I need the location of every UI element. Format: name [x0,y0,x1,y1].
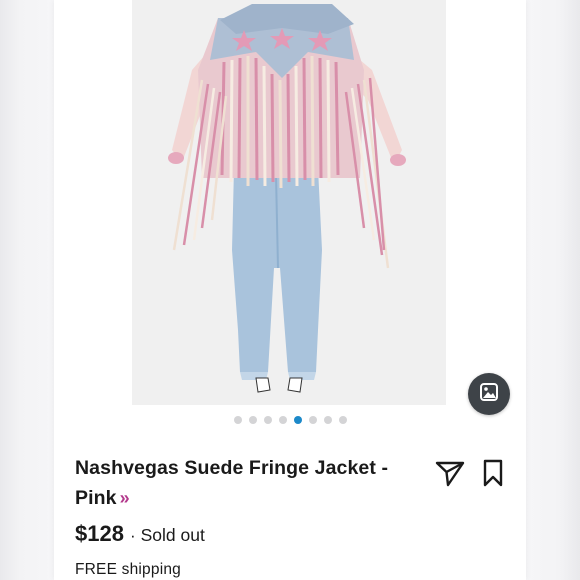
bookmark-button[interactable] [482,458,504,488]
listing-title-block: Nashvegas Suede Fringe Jacket - Pink» [75,453,415,513]
share-icon [434,461,466,492]
product-photo[interactable] [132,0,446,405]
carousel-dot[interactable] [249,416,257,424]
brand-link-arrow[interactable]: » [120,488,130,508]
carousel-dot[interactable] [264,416,272,424]
carousel-dot[interactable] [279,416,287,424]
gallery-button[interactable] [468,373,510,415]
carousel-dot[interactable] [339,416,347,424]
price-row: $128 · Sold out [75,521,205,551]
carousel-dot[interactable] [234,416,242,424]
bookmark-icon [482,459,504,492]
shipping-info: FREE shipping [75,561,181,578]
carousel-dot[interactable] [309,416,317,424]
carousel-dot[interactable] [324,416,332,424]
price: $128 [75,521,124,546]
carousel-dot-active[interactable] [294,416,302,424]
share-button[interactable] [434,458,466,488]
product-photo-illustration [132,0,446,405]
image-gallery-icon [479,382,499,407]
sold-status: Sold out [140,525,205,545]
carousel-indicator[interactable] [234,416,347,424]
listing-page: Nashvegas Suede Fringe Jacket - Pink» $1… [0,0,580,580]
price-separator: · [129,526,136,545]
